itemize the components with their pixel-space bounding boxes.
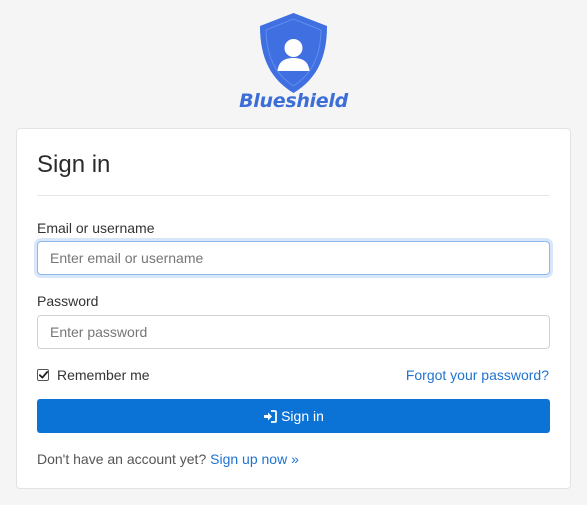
page-title: Sign in	[37, 151, 111, 178]
email-label: Email or username	[37, 220, 155, 236]
shield-user-icon	[260, 13, 327, 93]
remember-me: Remember me	[37, 367, 150, 383]
divider	[37, 195, 550, 196]
signup-prompt: Don't have an account yet?	[37, 451, 207, 467]
sign-in-icon	[264, 409, 277, 423]
login-page: Blueshield Sign in Email or username Pas…	[0, 0, 587, 505]
email-field[interactable]	[37, 241, 550, 275]
password-field[interactable]	[37, 315, 550, 349]
brand-name: Blueshield	[239, 90, 348, 112]
signin-button[interactable]: Sign in	[37, 399, 550, 433]
remember-checkbox[interactable]	[37, 369, 49, 381]
signin-button-label: Sign in	[281, 408, 324, 424]
signin-card: Sign in Email or username Password Remem…	[16, 128, 571, 489]
password-label: Password	[37, 293, 99, 309]
check-icon	[38, 371, 48, 379]
forgot-password-link[interactable]: Forgot your password?	[406, 367, 549, 383]
signup-link[interactable]: Sign up now »	[210, 451, 299, 467]
signup-row: Don't have an account yet? Sign up now »	[37, 451, 299, 467]
remember-label[interactable]: Remember me	[57, 367, 150, 383]
brand-header: Blueshield	[0, 0, 587, 122]
